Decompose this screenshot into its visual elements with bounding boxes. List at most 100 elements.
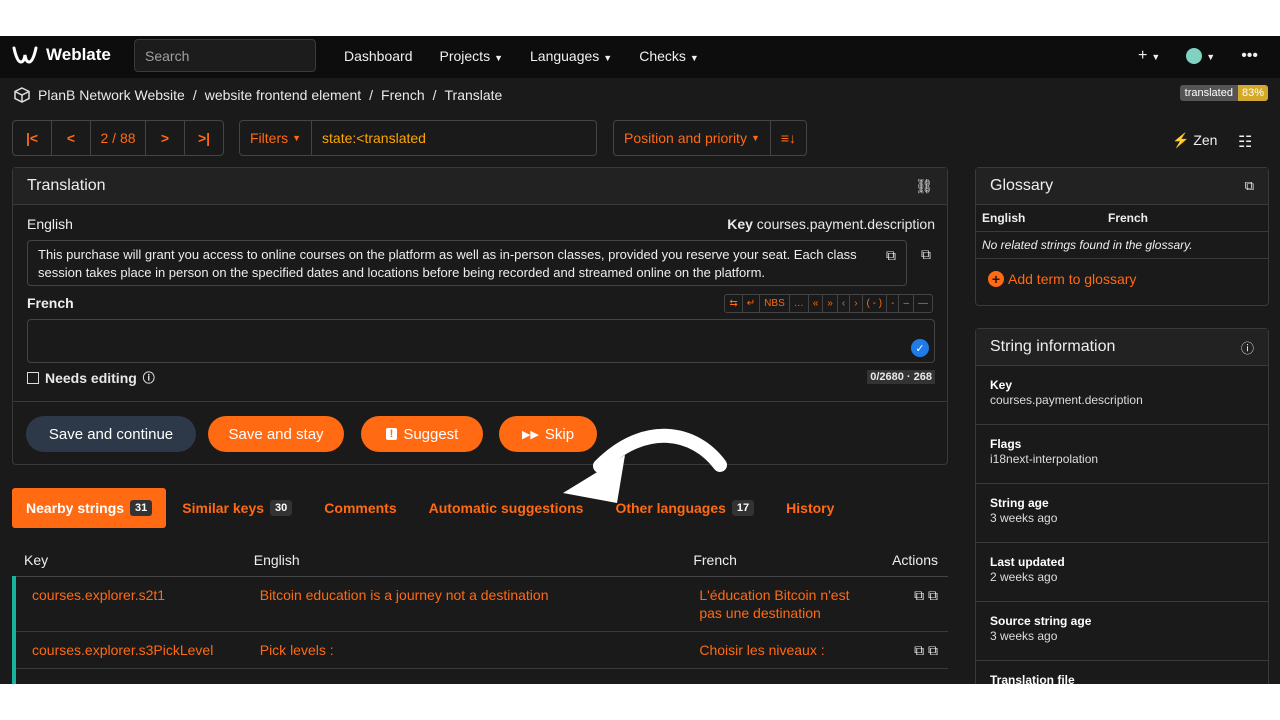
tool-button[interactable]: – [899,295,914,312]
tool-button[interactable]: « [809,295,824,312]
zen-button[interactable]: ⚡ Zen [1172,132,1217,149]
nav-languages[interactable]: Languages ▼ [530,48,612,64]
link-icon[interactable]: ⛓ [915,178,933,195]
row-english[interactable]: Pick levels : [243,631,684,669]
nav-dashboard[interactable]: Dashboard [344,48,413,64]
key-value: courses.payment.description [756,216,935,232]
info-item: Last updated 2 weeks ago [976,543,1268,602]
info-item: Flags i18next-interpolation [976,425,1268,484]
tool-button[interactable]: ↵ [743,295,761,312]
clone-icon[interactable]: ⧉ [921,246,931,263]
first-button[interactable]: |< [13,121,52,155]
brand[interactable]: Weblate [12,45,111,65]
copy-icon[interactable]: ⧉ [914,587,924,603]
table-row[interactable]: courses.explorer.s3PickLevel Pick levels… [12,631,948,669]
sort-control: Position and priority ▼ ≡↓ [613,120,808,156]
save-and-stay-button[interactable]: Save and stay [208,416,344,452]
string-info-panel: String information ⓘ Key courses.payment.… [975,328,1269,684]
tab-automatic-suggestions[interactable]: Automatic suggestions [413,488,600,528]
sort-button[interactable]: Position and priority ▼ [614,121,771,155]
info-label: Source string age [990,614,1092,628]
prev-button[interactable]: < [52,121,91,155]
breadcrumb-component[interactable]: website frontend element [205,87,361,103]
key-info: Key courses.payment.description [727,216,935,232]
row-french [683,668,883,684]
tab-similar-keys[interactable]: Similar keys 30 [166,488,308,528]
status-badge: translated 83% [1179,85,1268,101]
chevron-down-icon: ▼ [750,133,760,143]
row-french[interactable]: Choisir les niveaux : [683,631,883,669]
row-key[interactable]: courses.explorer.s3PickLevel [12,631,244,669]
tab-history[interactable]: History [770,488,850,528]
settings-sliders-icon[interactable]: ☷ [1238,132,1252,152]
row-actions: ⧉ ⧉ [882,576,948,632]
suggest-button[interactable]: ! Suggest [361,416,483,452]
tool-button[interactable]: ( - ) [863,295,888,312]
user-menu-button[interactable]: ▼ [1186,47,1215,65]
nav-projects[interactable]: Projects ▼ [440,48,504,64]
copy-icon[interactable]: ⧉ [914,642,924,658]
clone-icon[interactable]: ⧉ [928,587,938,603]
breadcrumb-language[interactable]: French [381,87,425,103]
translation-title: Translation [27,177,106,194]
tab-label: Comments [324,500,397,516]
table-row[interactable] [12,668,948,684]
sort-direction-button[interactable]: ≡↓ [771,121,806,155]
translation-panel-header: Translation ⛓ [13,168,947,205]
needs-editing-checkbox[interactable]: Needs editing ⓘ [27,369,155,386]
character-counter: 0/2680 · 268 [867,370,935,384]
breadcrumb-translate[interactable]: Translate [445,87,503,103]
copy-icon[interactable]: ⧉ [886,246,896,264]
tab-other-languages[interactable]: Other languages 17 [599,488,770,528]
table-row[interactable]: courses.explorer.s2t1 Bitcoin education … [12,576,948,632]
checkbox-box [27,371,39,384]
brand-name: Weblate [46,45,111,64]
tab-count: 31 [130,500,153,516]
tool-button[interactable]: … [790,295,809,312]
tool-button[interactable]: — [914,295,932,312]
nav-checks[interactable]: Checks ▼ [639,48,699,64]
nav-projects-label: Projects [439,48,491,64]
info-value: courses.payment.description [990,393,1143,407]
column-header-english: English [243,544,684,577]
source-text: This purchase will grant you access to o… [27,240,907,286]
top-navbar: Weblate Dashboard Projects▼ Languages▼ C… [0,36,1280,78]
tool-button[interactable]: ‹ [838,295,851,312]
add-menu-button[interactable]: + ▼ [1138,47,1160,65]
glossary-title: Glossary [990,177,1054,194]
sort-label: Position and priority [624,130,747,146]
breadcrumb-project[interactable]: PlanB Network Website [38,87,185,103]
save-and-continue-button[interactable]: Save and continue [26,416,196,452]
tab-comments[interactable]: Comments [308,488,412,528]
last-button[interactable]: >| [185,121,223,155]
next-button[interactable]: > [146,121,185,155]
glossary-col-source: English [982,211,1026,225]
row-french[interactable]: L'éducation Bitcoin n'est pas une destin… [683,576,883,632]
tool-button[interactable]: » [823,295,838,312]
tab-nearby-strings[interactable]: Nearby strings 31 [12,488,167,528]
filter-query-input[interactable]: state:<translated [312,121,436,155]
column-header-french: French [683,544,883,577]
row-english[interactable]: Bitcoin education is a journey not a des… [243,576,684,632]
tab-count: 30 [270,500,293,516]
add-term-button[interactable]: + Add term to glossary [976,259,1268,299]
info-value: 3 weeks ago [990,511,1058,525]
tab-count: 17 [731,500,755,516]
tool-button[interactable]: - [887,295,900,312]
glossary-panel: Glossary ⧉ English French No related str… [975,167,1269,306]
more-menu-button[interactable]: ••• [1241,47,1258,65]
tool-button[interactable]: ⇆ [725,295,743,312]
search-input[interactable] [134,39,316,72]
tool-button[interactable]: NBS [760,295,790,312]
clone-icon[interactable]: ⧉ [928,642,938,658]
tool-button[interactable]: › [850,295,863,312]
info-value: 3 weeks ago [990,629,1058,643]
translation-textarea[interactable]: ✓ [27,319,935,363]
status-badge-label: translated [1179,85,1238,101]
filters-button[interactable]: Filters ▼ [240,121,313,155]
search-document-icon[interactable]: ⧉ [1245,178,1254,194]
pager-position: 2 / 88 [91,121,146,155]
nearby-strings-table: Key English French Actions courses.explo… [12,544,948,684]
save-stay-label: Save and stay [228,425,324,443]
row-key[interactable]: courses.explorer.s2t1 [12,576,244,632]
